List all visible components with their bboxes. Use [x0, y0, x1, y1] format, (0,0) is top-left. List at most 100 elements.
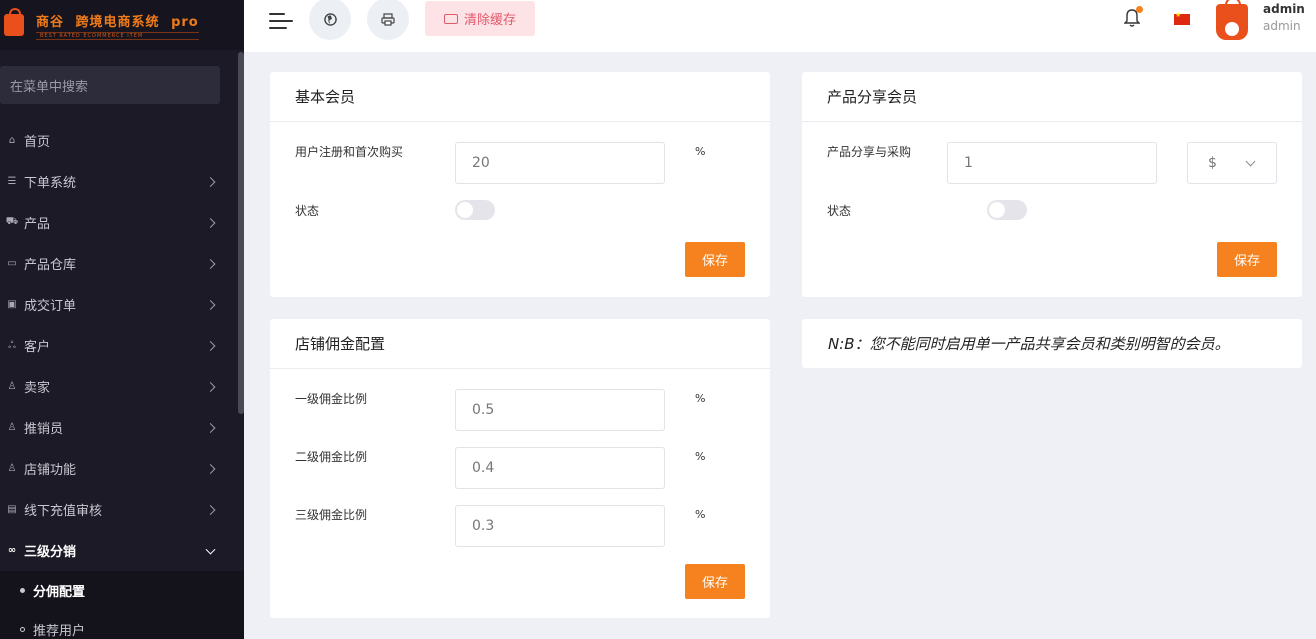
user-icon: ♙ — [7, 381, 17, 392]
user-name: admin — [1263, 2, 1305, 16]
clear-cache-button[interactable]: 清除缓存 — [425, 1, 535, 36]
chevron-right-icon — [205, 217, 216, 228]
sidebar-item-label: 首页 — [24, 135, 51, 150]
level-3-label: 三级佣金比例 — [295, 508, 368, 522]
card-title: 基本会员 — [270, 72, 770, 122]
status-toggle[interactable] — [455, 200, 495, 220]
sidebar-subitem-label: 分佣配置 — [33, 585, 86, 600]
drive-icon — [443, 13, 458, 24]
chevron-right-icon — [205, 299, 216, 310]
save-button[interactable]: 保存 — [1217, 242, 1277, 277]
logo-edition: pro — [171, 14, 199, 30]
level-1-input[interactable]: 0.5 — [455, 389, 665, 431]
menu-search-input[interactable]: 在菜单中搜索 — [0, 66, 220, 104]
chevron-right-icon — [205, 176, 216, 187]
chevron-right-icon — [205, 258, 216, 269]
store-commission-card: 店铺佣金配置 一级佣金比例 0.5 % 二级佣金比例 0.4 % 三级佣金比例 … — [270, 319, 770, 618]
logo[interactable]: 商谷 跨境电商系统 pro BEST RATED ECOMMERCE ITEM — [0, 0, 244, 50]
box-icon: ▭ — [7, 258, 17, 269]
home-icon: ⌂ — [8, 135, 16, 146]
basic-member-card: 基本会员 用户注册和首次购买 20 % 状态 保存 — [270, 72, 770, 297]
clear-cache-label: 清除缓存 — [463, 13, 516, 28]
sidebar-item-store-functions[interactable]: ♙ 店铺功能 — [0, 448, 244, 489]
note-banner: N:B：您不能同时启用单一产品共享会员和类别明智的会员。 — [802, 319, 1302, 368]
chevron-down-icon — [205, 544, 216, 555]
bullet-icon — [20, 627, 25, 632]
chevron-down-icon — [1245, 156, 1256, 167]
sidebar-item-warehouse[interactable]: ▭ 产品仓库 — [0, 243, 244, 284]
percent-unit: % — [695, 508, 706, 521]
save-button[interactable]: 保存 — [685, 242, 745, 277]
sidebar-item-orders[interactable]: ▣ 成交订单 — [0, 284, 244, 325]
order-icon: ▣ — [7, 299, 17, 310]
product-share-input[interactable]: 1 — [947, 142, 1157, 184]
sidebar-item-label: 线下充值审核 — [24, 504, 103, 519]
link-icon: ∞ — [7, 545, 17, 556]
sidebar-item-label: 成交订单 — [24, 299, 77, 314]
sidebar-item-distribution[interactable]: ∞ 三级分销 — [0, 530, 244, 571]
user-icon: ♙ — [7, 463, 17, 474]
percent-unit: % — [695, 145, 706, 158]
logo-brand: 商谷 — [36, 14, 65, 30]
sidebar-item-label: 产品 — [24, 217, 51, 232]
sidebar: 商谷 跨境电商系统 pro BEST RATED ECOMMERCE ITEM … — [0, 0, 244, 639]
input-value: 0.4 — [472, 460, 495, 476]
sidebar-submenu: 分佣配置 推荐用户 — [0, 571, 244, 639]
chevron-right-icon — [205, 381, 216, 392]
sidebar-menu: ⌂ 首页 ☰ 下单系统 ⛟ 产品 ▭ 产品仓库 ▣ 成交订单 ஃ 客户 ♙ 卖家… — [0, 120, 244, 639]
print-button[interactable] — [367, 0, 409, 40]
level-3-input[interactable]: 0.3 — [455, 505, 665, 547]
save-button[interactable]: 保存 — [685, 564, 745, 599]
sidebar-subitem-referred-users[interactable]: 推荐用户 — [0, 610, 244, 639]
globe-button[interactable] — [309, 0, 351, 40]
sidebar-item-label: 产品仓库 — [24, 258, 77, 273]
status-label: 状态 — [295, 204, 320, 218]
avatar[interactable] — [1216, 0, 1248, 40]
product-share-card: 产品分享会员 产品分享与采购 1 $ 状态 保存 — [802, 72, 1302, 297]
first-purchase-input[interactable]: 20 — [455, 142, 665, 184]
input-value: 0.5 — [472, 402, 495, 418]
field-label: 用户注册和首次购买 — [295, 145, 404, 159]
user-info[interactable]: admin admin — [1263, 2, 1305, 33]
china-flag-icon[interactable] — [1174, 11, 1190, 25]
chevron-right-icon — [205, 463, 216, 474]
field-label: 产品分享与采购 — [827, 145, 912, 159]
level-2-label: 二级佣金比例 — [295, 450, 368, 464]
sidebar-scrollbar[interactable] — [238, 52, 244, 414]
sidebar-item-label: 店铺功能 — [24, 463, 77, 478]
menu-search-placeholder: 在菜单中搜索 — [10, 79, 89, 95]
sidebar-item-offline-recharge[interactable]: ▤ 线下充值审核 — [0, 489, 244, 530]
card-title: 产品分享会员 — [802, 72, 1302, 122]
percent-unit: % — [695, 450, 706, 463]
logo-product: 跨境电商系统 — [75, 14, 160, 30]
notification-dot — [1136, 6, 1143, 13]
sidebar-item-customers[interactable]: ஃ 客户 — [0, 325, 244, 366]
sidebar-item-label: 三级分销 — [24, 545, 77, 560]
status-label: 状态 — [827, 204, 852, 218]
user-icon: ♙ — [7, 422, 17, 433]
chevron-right-icon — [205, 504, 216, 515]
chevron-right-icon — [205, 422, 216, 433]
sidebar-item-label: 卖家 — [24, 381, 51, 396]
cart-icon: ⛟ — [5, 216, 19, 227]
level-1-label: 一级佣金比例 — [295, 392, 368, 406]
sidebar-subitem-commission-config[interactable]: 分佣配置 — [0, 571, 244, 610]
list-icon: ☰ — [7, 176, 17, 187]
sidebar-item-products[interactable]: ⛟ 产品 — [0, 202, 244, 243]
sidebar-item-sellers[interactable]: ♙ 卖家 — [0, 366, 244, 407]
input-value: 20 — [472, 155, 490, 171]
home-icon — [1225, 22, 1239, 36]
sidebar-item-promoters[interactable]: ♙ 推销员 — [0, 407, 244, 448]
level-2-input[interactable]: 0.4 — [455, 447, 665, 489]
sidebar-item-home[interactable]: ⌂ 首页 — [0, 120, 244, 161]
currency-select[interactable]: $ — [1187, 142, 1277, 184]
status-toggle[interactable] — [987, 200, 1027, 220]
menu-toggle-icon[interactable] — [269, 10, 293, 32]
sidebar-item-order-system[interactable]: ☰ 下单系统 — [0, 161, 244, 202]
logo-bag-icon — [4, 8, 24, 36]
sidebar-item-label: 下单系统 — [24, 176, 77, 191]
note-text: N:B：您不能同时启用单一产品共享会员和类别明智的会员。 — [828, 335, 1230, 353]
top-header: 清除缓存 admin admin — [244, 0, 1316, 52]
globe-icon — [323, 12, 337, 26]
card-title: 店铺佣金配置 — [270, 319, 770, 369]
